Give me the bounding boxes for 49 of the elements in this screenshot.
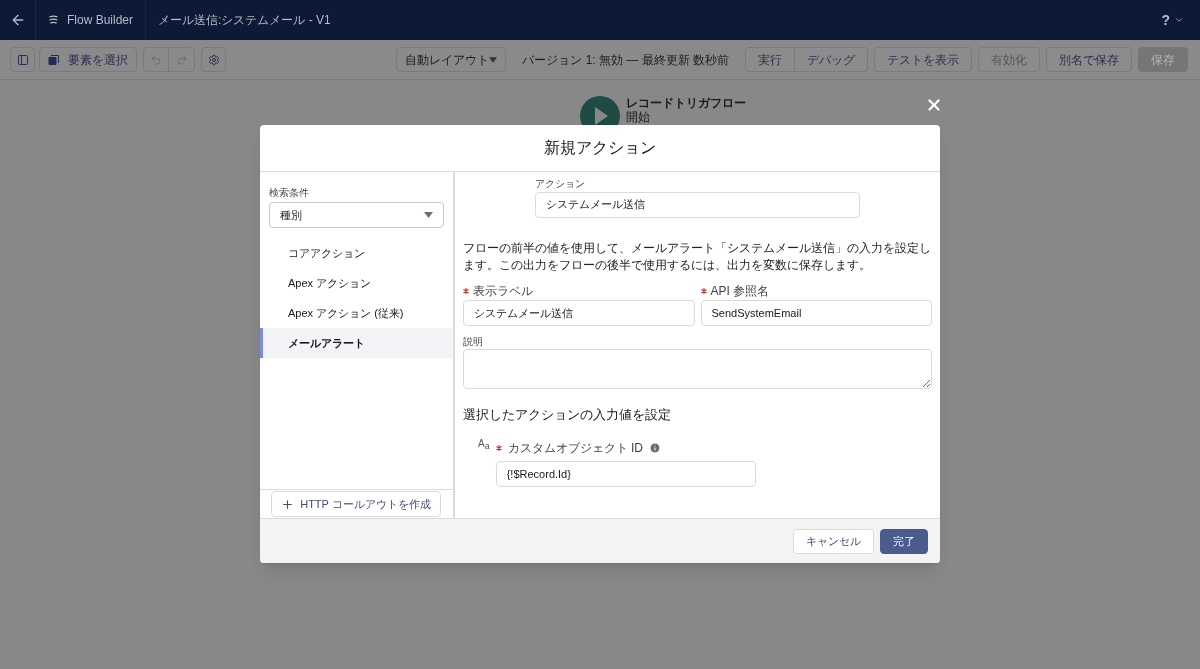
text-type-icon: A$_{a}$ (478, 438, 490, 453)
action-label: アクション (535, 177, 586, 191)
close-icon (925, 96, 943, 114)
filter-select[interactable]: 種別 (269, 202, 444, 228)
toolbar-button[interactable]: 実行 (745, 47, 795, 72)
category-item[interactable]: コアアクション (260, 238, 453, 268)
notes-field[interactable] (463, 349, 932, 389)
stacked-squares-icon (48, 53, 60, 66)
modal-title: 新規アクション (544, 138, 656, 158)
settings-button[interactable] (201, 47, 226, 72)
toolbar-button[interactable]: 別名で保存 (1046, 47, 1132, 72)
undo-icon (150, 53, 162, 66)
notes-label: 説明 (463, 335, 484, 349)
panel-toggle-button[interactable] (10, 47, 35, 72)
layout-dropdown[interactable]: 自動レイアウト (396, 47, 507, 72)
parameter-label: カスタムオブジェクト ID (507, 439, 644, 457)
caret-icon (424, 212, 433, 218)
category-item[interactable]: Apex アクション (従来) (260, 298, 453, 328)
select-elements-button[interactable]: 要素を選択 (39, 47, 137, 72)
close-button[interactable] (925, 96, 943, 114)
cancel-button[interactable]: キャンセル (793, 528, 874, 554)
caret-icon (1174, 15, 1184, 25)
category-item[interactable]: Apex アクション (260, 268, 453, 298)
text-field[interactable]: システムメール送信 (463, 300, 695, 326)
help-menu-button[interactable]: ? (1161, 9, 1184, 31)
version-status: バージョン 1: 無効 — 最終更新 数秒前 (522, 51, 729, 69)
parameter-field[interactable]: {!$Record.Id} (495, 460, 756, 487)
sidebar-icon (16, 53, 29, 66)
node-subtitle: 開始 (626, 110, 651, 124)
app-name: Flow Builder (66, 12, 133, 29)
action-field[interactable]: システムメール送信 (535, 191, 860, 218)
section-heading: 選択したアクションの入力値を設定 (463, 406, 672, 424)
node-title: レコードトリガフロー (626, 96, 746, 110)
caret-icon (489, 56, 498, 63)
text-field[interactable]: SendSystemEmail (700, 299, 932, 326)
filter-label: 検索条件 (269, 186, 310, 200)
field-label: API 参照名 (710, 282, 770, 300)
settings-icon (207, 53, 220, 66)
category-item[interactable]: メールアラート (260, 328, 453, 358)
flow-title: メール送信:システムメール - V1 (157, 12, 332, 29)
redo-icon (175, 53, 188, 66)
info-icon (649, 441, 662, 454)
plus-icon (281, 497, 295, 511)
toolbar-button[interactable]: デバッグ (795, 47, 868, 72)
toolbar-button[interactable]: テストを表示 (874, 47, 972, 72)
http-callout-button[interactable]: HTTP コールアウトを作成 (271, 491, 441, 517)
field-label: 表示ラベル (473, 282, 533, 300)
done-button[interactable]: 完了 (880, 528, 928, 554)
description-text: フローの前半の値を使用して、メールアラート「システムメール送信」の入力を設定します。この出力をフローの後半で使用するには、出力を変数に保存します。 (463, 239, 932, 274)
